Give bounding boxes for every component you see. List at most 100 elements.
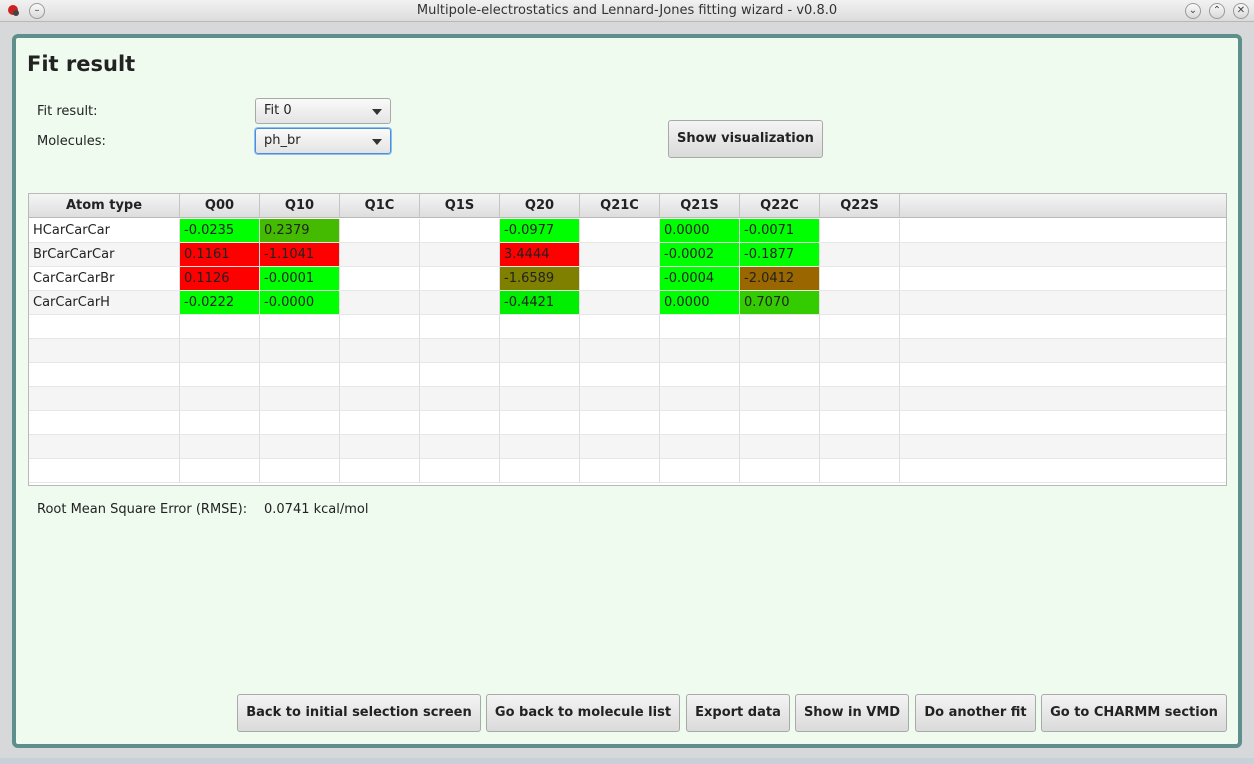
- column-header-q21s[interactable]: Q21S: [660, 194, 740, 218]
- table-cell: [500, 363, 580, 387]
- table-row[interactable]: [29, 459, 1226, 483]
- column-header-q22c[interactable]: Q22C: [740, 194, 820, 218]
- table-cell: -0.0977: [500, 219, 580, 243]
- table-cell: [820, 243, 900, 267]
- export-data-button[interactable]: Export data: [686, 694, 790, 732]
- table-row[interactable]: HCarCarCar -0.0235 0.2379 -0.0977 0.0000 -0.0…: [29, 219, 1226, 243]
- table-cell: -1.1041: [260, 243, 340, 267]
- table-row[interactable]: [29, 387, 1226, 411]
- table-cell: [180, 339, 260, 363]
- table-filler-cell: [900, 363, 1226, 387]
- table-row[interactable]: CarCarCarBr 0.1126 -0.0001 -1.6589 -0.0004 -2…: [29, 267, 1226, 291]
- table-cell: [820, 435, 900, 459]
- minimize-icon[interactable]: ⌄: [1185, 3, 1201, 19]
- column-header-q00[interactable]: Q00: [180, 194, 260, 218]
- table-row[interactable]: BrCarCarCar 0.1161 -1.1041 3.4444 -0.0002 -0.…: [29, 243, 1226, 267]
- table-row[interactable]: [29, 339, 1226, 363]
- table-cell: [820, 363, 900, 387]
- table-cell: 3.4444: [500, 243, 580, 267]
- table-cell: [740, 339, 820, 363]
- atom-type-cell: HCarCarCar: [29, 219, 180, 243]
- table-cell: [660, 387, 740, 411]
- rmse-value: 0.0741 kcal/mol: [264, 502, 369, 517]
- table-cell: -1.6589: [500, 267, 580, 291]
- table-cell: [340, 387, 420, 411]
- back-to-initial-selection-button[interactable]: Back to initial selection screen: [237, 694, 481, 732]
- table-cell: [820, 411, 900, 435]
- rmse-label: Root Mean Square Error (RMSE):: [37, 502, 248, 517]
- table-cell: [740, 435, 820, 459]
- table-cell: 0.0000: [660, 219, 740, 243]
- molecules-dropdown[interactable]: ph_br: [255, 128, 391, 154]
- go-to-charmm-button[interactable]: Go to CHARMM section: [1041, 694, 1227, 732]
- fit-result-value: Fit 0: [264, 103, 292, 118]
- table-cell: [180, 459, 260, 483]
- column-header-q1s[interactable]: Q1S: [420, 194, 500, 218]
- table-cell: [420, 459, 500, 483]
- column-header-q20[interactable]: Q20: [500, 194, 580, 218]
- table-cell: [340, 315, 420, 339]
- table-cell: [260, 363, 340, 387]
- table-cell: [500, 411, 580, 435]
- table-cell: [420, 219, 500, 243]
- table-cell: [740, 363, 820, 387]
- table-cell: [260, 435, 340, 459]
- column-header-q10[interactable]: Q10: [260, 194, 340, 218]
- table-cell: [180, 411, 260, 435]
- table-row[interactable]: [29, 435, 1226, 459]
- table-cell: [660, 435, 740, 459]
- table-cell: [420, 411, 500, 435]
- chevron-down-icon: [372, 109, 382, 115]
- table-cell: [340, 459, 420, 483]
- table-cell: -2.0412: [740, 267, 820, 291]
- table-row[interactable]: [29, 411, 1226, 435]
- back-to-molecule-list-button[interactable]: Go back to molecule list: [486, 694, 680, 732]
- table-cell: -0.4421: [500, 291, 580, 315]
- column-header-q1c[interactable]: Q1C: [340, 194, 420, 218]
- table-row[interactable]: [29, 363, 1226, 387]
- column-header-atom-type[interactable]: Atom type: [29, 194, 180, 218]
- table-filler-cell: [900, 243, 1226, 267]
- table-cell: [580, 267, 660, 291]
- table-cell: -0.0071: [740, 219, 820, 243]
- atom-type-cell: CarCarCarBr: [29, 267, 180, 291]
- table-cell: -0.0000: [260, 291, 340, 315]
- table-cell: [29, 435, 180, 459]
- table-cell: [820, 315, 900, 339]
- show-in-vmd-button[interactable]: Show in VMD: [795, 694, 909, 732]
- table-cell: 0.7070: [740, 291, 820, 315]
- molecules-value: ph_br: [264, 133, 301, 148]
- table-cell: [820, 219, 900, 243]
- table-cell: [260, 339, 340, 363]
- table-cell: [580, 315, 660, 339]
- multipole-table: Atom type Q00 Q10 Q1C Q1S Q20 Q21C Q21S Q22C Q22S…: [28, 193, 1227, 486]
- table-cell: [260, 411, 340, 435]
- table-cell: [740, 315, 820, 339]
- table-cell: [420, 315, 500, 339]
- table-row[interactable]: [29, 315, 1226, 339]
- table-cell: 0.1161: [180, 243, 260, 267]
- table-cell: [580, 243, 660, 267]
- table-filler-cell: [900, 387, 1226, 411]
- table-filler-cell: [900, 291, 1226, 315]
- table-row[interactable]: CarCarCarH -0.0222 -0.0000 -0.4421 0.0000 0.7…: [29, 291, 1226, 315]
- do-another-fit-button[interactable]: Do another fit: [915, 694, 1036, 732]
- close-icon[interactable]: ✕: [1233, 3, 1249, 19]
- table-cell: [180, 315, 260, 339]
- table-cell: [820, 459, 900, 483]
- table-cell: [29, 411, 180, 435]
- maximize-icon[interactable]: ⌃: [1209, 3, 1225, 19]
- column-header-q21c[interactable]: Q21C: [580, 194, 660, 218]
- chevron-down-icon: [372, 139, 382, 145]
- fit-result-dropdown[interactable]: Fit 0: [255, 98, 391, 124]
- table-filler-cell: [900, 411, 1226, 435]
- table-cell: [820, 291, 900, 315]
- column-header-q22s[interactable]: Q22S: [820, 194, 900, 218]
- show-visualization-button[interactable]: Show visualization: [668, 120, 823, 158]
- table-cell: [340, 339, 420, 363]
- table-cell: [660, 339, 740, 363]
- table-cell: -0.0004: [660, 267, 740, 291]
- table-cell: [29, 363, 180, 387]
- window-title: Multipole-electrostatics and Lennard-Jon…: [416, 3, 838, 18]
- table-cell: [340, 219, 420, 243]
